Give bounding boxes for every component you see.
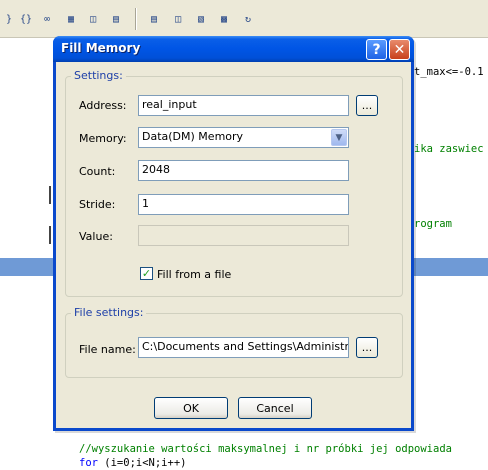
fill-memory-dialog: Fill Memory ? ✕ Settings: Address: real_…	[53, 36, 414, 431]
code-line: t_max<=-0.1	[414, 66, 484, 78]
stride-label: Stride:	[79, 198, 116, 211]
address-label: Address:	[79, 99, 127, 112]
memory-select-value: Data(DM) Memory	[142, 130, 244, 143]
code-comment: //wyszukanie wartości maksymalnej i nr p…	[79, 443, 452, 455]
code-comment: ika zaswiec	[414, 143, 484, 155]
settings-group-title: Settings:	[71, 69, 126, 82]
file-settings-group-title: File settings:	[71, 306, 147, 319]
help-button[interactable]: ?	[366, 39, 387, 60]
code-line: for (i=0;i<N;i++)	[79, 457, 186, 469]
ok-button[interactable]: OK	[154, 397, 228, 419]
memory-select[interactable]: Data(DM) Memory ▼	[138, 127, 349, 148]
dialog-titlebar[interactable]: Fill Memory ? ✕	[53, 36, 414, 62]
file-name-input[interactable]: C:\Documents and Settings\Administrator\	[138, 337, 349, 358]
window-icon[interactable]: ▦	[62, 10, 80, 28]
stride-input[interactable]: 1	[138, 194, 349, 215]
checkmark-icon: ✓	[141, 267, 152, 280]
value-input	[138, 225, 349, 246]
count-input[interactable]: 2048	[138, 160, 349, 181]
brace-match-icon[interactable]: {}	[17, 10, 35, 28]
windows-icon[interactable]: ◫	[84, 10, 102, 28]
cascade-icon[interactable]: ▧	[192, 10, 210, 28]
file-name-label: File name:	[79, 343, 136, 356]
close-button[interactable]: ✕	[389, 39, 410, 60]
value-label: Value:	[79, 230, 113, 243]
find-icon[interactable]: ∞	[38, 10, 56, 28]
code-keyword: for	[79, 457, 98, 469]
cancel-button[interactable]: Cancel	[238, 397, 312, 419]
count-label: Count:	[79, 165, 116, 178]
ide-toolbar: } {} ∞ ▦ ◫ ▤ ▤ ◫ ▧ ▩ ↻	[0, 0, 488, 38]
memory-label: Memory:	[79, 132, 127, 145]
address-browse-button[interactable]: ...	[356, 95, 378, 116]
code-comment: rogram	[414, 218, 452, 230]
chevron-down-icon[interactable]: ▼	[331, 129, 347, 146]
margin-marker	[49, 226, 51, 244]
fill-from-file-label[interactable]: Fill from a file	[157, 268, 231, 281]
vertical-split-icon[interactable]: ◫	[169, 10, 187, 28]
dialog-title: Fill Memory	[61, 41, 141, 55]
code-text: (i=0;i<N;i++)	[97, 457, 187, 469]
properties-icon[interactable]: ▩	[215, 10, 233, 28]
window-arrow-icon[interactable]: ▤	[107, 10, 125, 28]
address-input[interactable]: real_input	[138, 95, 349, 116]
step-out-icon[interactable]: }	[0, 10, 18, 28]
refresh-icon[interactable]: ↻	[239, 10, 257, 28]
margin-marker	[49, 186, 51, 204]
horizontal-split-icon[interactable]: ▤	[145, 10, 163, 28]
file-browse-button[interactable]: ...	[356, 337, 378, 358]
fill-from-file-checkbox[interactable]: ✓	[140, 267, 153, 280]
toolbar-separator	[135, 8, 137, 30]
